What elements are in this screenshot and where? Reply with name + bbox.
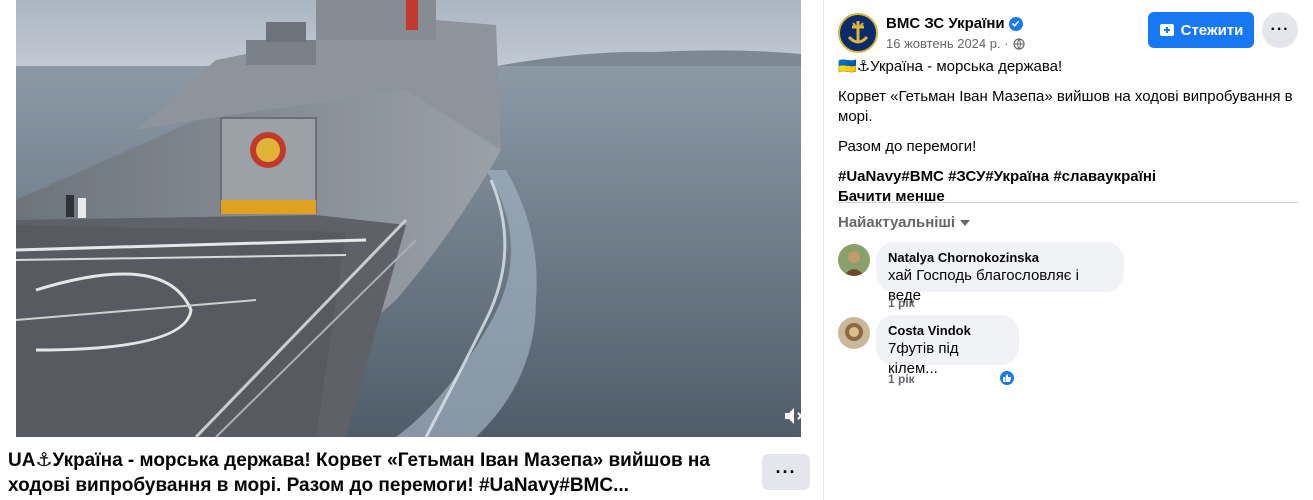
- page-avatar[interactable]: [838, 13, 878, 53]
- see-less-link[interactable]: Бачити менше: [838, 187, 1298, 207]
- follow-label: Стежити: [1180, 21, 1244, 39]
- video-caption: UA⚓Україна - морська держава! Корвет «Ге…: [8, 450, 710, 496]
- comment-sort-label: Найактуальніші: [838, 214, 956, 231]
- post-line-2: Корвет «Гетьман Іван Мазепа» вийшов на х…: [838, 88, 1293, 125]
- video-player[interactable]: [16, 0, 801, 437]
- comments-divider: [838, 202, 1298, 203]
- post-more-button[interactable]: ···: [1262, 12, 1298, 48]
- hashtags: #UaNavy#ВМС #ЗСУ#Україна #славаукраїні: [838, 167, 1298, 187]
- follow-icon: [1159, 24, 1174, 36]
- follow-button[interactable]: Стежити: [1148, 12, 1254, 48]
- comment-author[interactable]: Costa Vindok: [888, 323, 1007, 339]
- post-meta: 16 жовтень 2024 р. ·: [886, 36, 1025, 51]
- verified-badge-icon: [1008, 16, 1023, 31]
- comment-time[interactable]: 1 рік: [888, 372, 915, 386]
- hashtag-uanavy[interactable]: #UaNavy: [838, 168, 901, 185]
- post-line-1: 🇺🇦⚓Україна - морська держава!: [838, 58, 1063, 75]
- comment-time[interactable]: 1 рік: [888, 296, 915, 310]
- globe-icon: [1012, 37, 1025, 50]
- comment-author[interactable]: Natalya Chornokozinska: [888, 250, 1112, 266]
- post-line-3: Разом до перемоги!: [838, 138, 977, 155]
- page-name: ВМС ЗС України: [886, 15, 1005, 32]
- commenter-avatar[interactable]: [838, 244, 870, 276]
- hashtag-glory[interactable]: #славаукраїні: [1049, 168, 1156, 185]
- hashtag-zsu[interactable]: #ЗСУ: [944, 168, 985, 185]
- post-panel: ВМС ЗС України 16 жовтень 2024 р. · Стеж…: [824, 0, 1313, 500]
- commenter-avatar[interactable]: [838, 317, 870, 349]
- comment-sort-dropdown[interactable]: Найактуальніші: [838, 214, 971, 231]
- hashtag-ukraine[interactable]: #Україна: [985, 168, 1049, 185]
- page-name-link[interactable]: ВМС ЗС України: [886, 15, 1023, 32]
- video-frame: [16, 0, 801, 437]
- hashtag-vms[interactable]: #ВМС: [901, 168, 944, 185]
- comment-bubble: Natalya Chornokozinska хай Господь благо…: [876, 242, 1124, 304]
- like-reaction-icon[interactable]: [998, 369, 1016, 387]
- post-body: 🇺🇦⚓Україна - морська держава! Корвет «Ге…: [838, 57, 1298, 207]
- mute-icon[interactable]: [782, 404, 806, 428]
- chevron-down-icon: [960, 219, 971, 226]
- comment-text: хай Господь благословляє і веде: [888, 267, 1079, 304]
- comment-bubble: Costa Vindok 7футів під кілем...: [876, 315, 1019, 377]
- post-date[interactable]: 16 жовтень 2024 р. ·: [886, 36, 1009, 51]
- video-pane: UA⚓Україна - морська держава! Корвет «Ге…: [0, 0, 823, 500]
- navy-emblem-icon: [841, 16, 875, 50]
- video-more-button[interactable]: ···: [762, 454, 810, 490]
